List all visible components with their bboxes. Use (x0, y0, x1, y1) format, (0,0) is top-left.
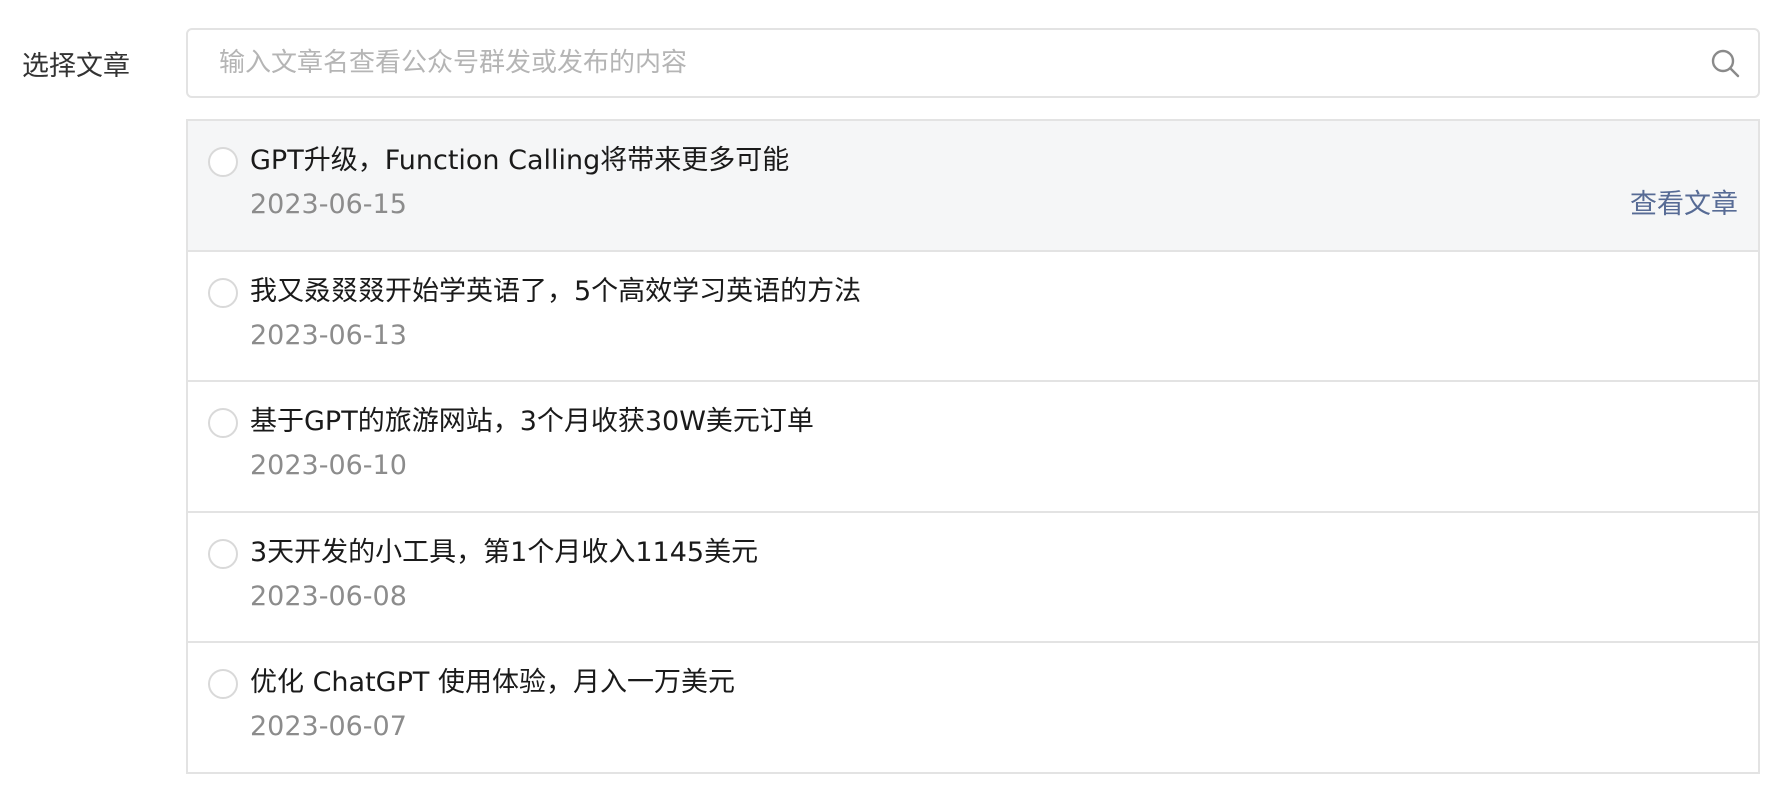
select-article-label: 选择文章 (22, 51, 130, 82)
article-item[interactable]: GPT升级，Function Calling将带来更多可能 2023-06-15… (188, 121, 1758, 252)
article-radio[interactable] (208, 408, 238, 439)
article-radio[interactable] (208, 277, 238, 308)
article-radio[interactable] (208, 669, 238, 700)
article-date: 2023-06-10 (250, 450, 407, 482)
article-title: 基于GPT的旅游网站，3个月收获30W美元订单 (250, 406, 814, 438)
article-item[interactable]: 我又叒叕叕开始学英语了，5个高效学习英语的方法 2023-06-13 (188, 252, 1758, 383)
article-title: 优化 ChatGPT 使用体验，月入一万美元 (250, 667, 735, 699)
article-item[interactable]: 优化 ChatGPT 使用体验，月入一万美元 2023-06-07 (188, 643, 1758, 774)
article-item[interactable]: 3天开发的小工具，第1个月收入1145美元 2023-06-08 (188, 513, 1758, 644)
article-radio[interactable] (208, 538, 238, 569)
article-date: 2023-06-08 (250, 580, 407, 612)
article-title: 3天开发的小工具，第1个月收入1145美元 (250, 536, 759, 568)
search-input[interactable] (188, 30, 1708, 96)
article-radio[interactable] (208, 147, 238, 177)
article-item[interactable]: 基于GPT的旅游网站，3个月收获30W美元订单 2023-06-10 (188, 382, 1758, 513)
view-article-link[interactable]: 查看文章 (1630, 187, 1738, 223)
article-date: 2023-06-13 (250, 319, 407, 351)
article-date: 2023-06-07 (250, 711, 407, 743)
article-date: 2023-06-15 (250, 189, 407, 220)
search-icon[interactable] (1708, 46, 1742, 80)
article-title: GPT升级，Function Calling将带来更多可能 (250, 145, 790, 176)
article-title: 我又叒叕叕开始学英语了，5个高效学习英语的方法 (250, 275, 862, 307)
article-list: GPT升级，Function Calling将带来更多可能 2023-06-15… (186, 119, 1760, 774)
search-box (186, 28, 1760, 98)
